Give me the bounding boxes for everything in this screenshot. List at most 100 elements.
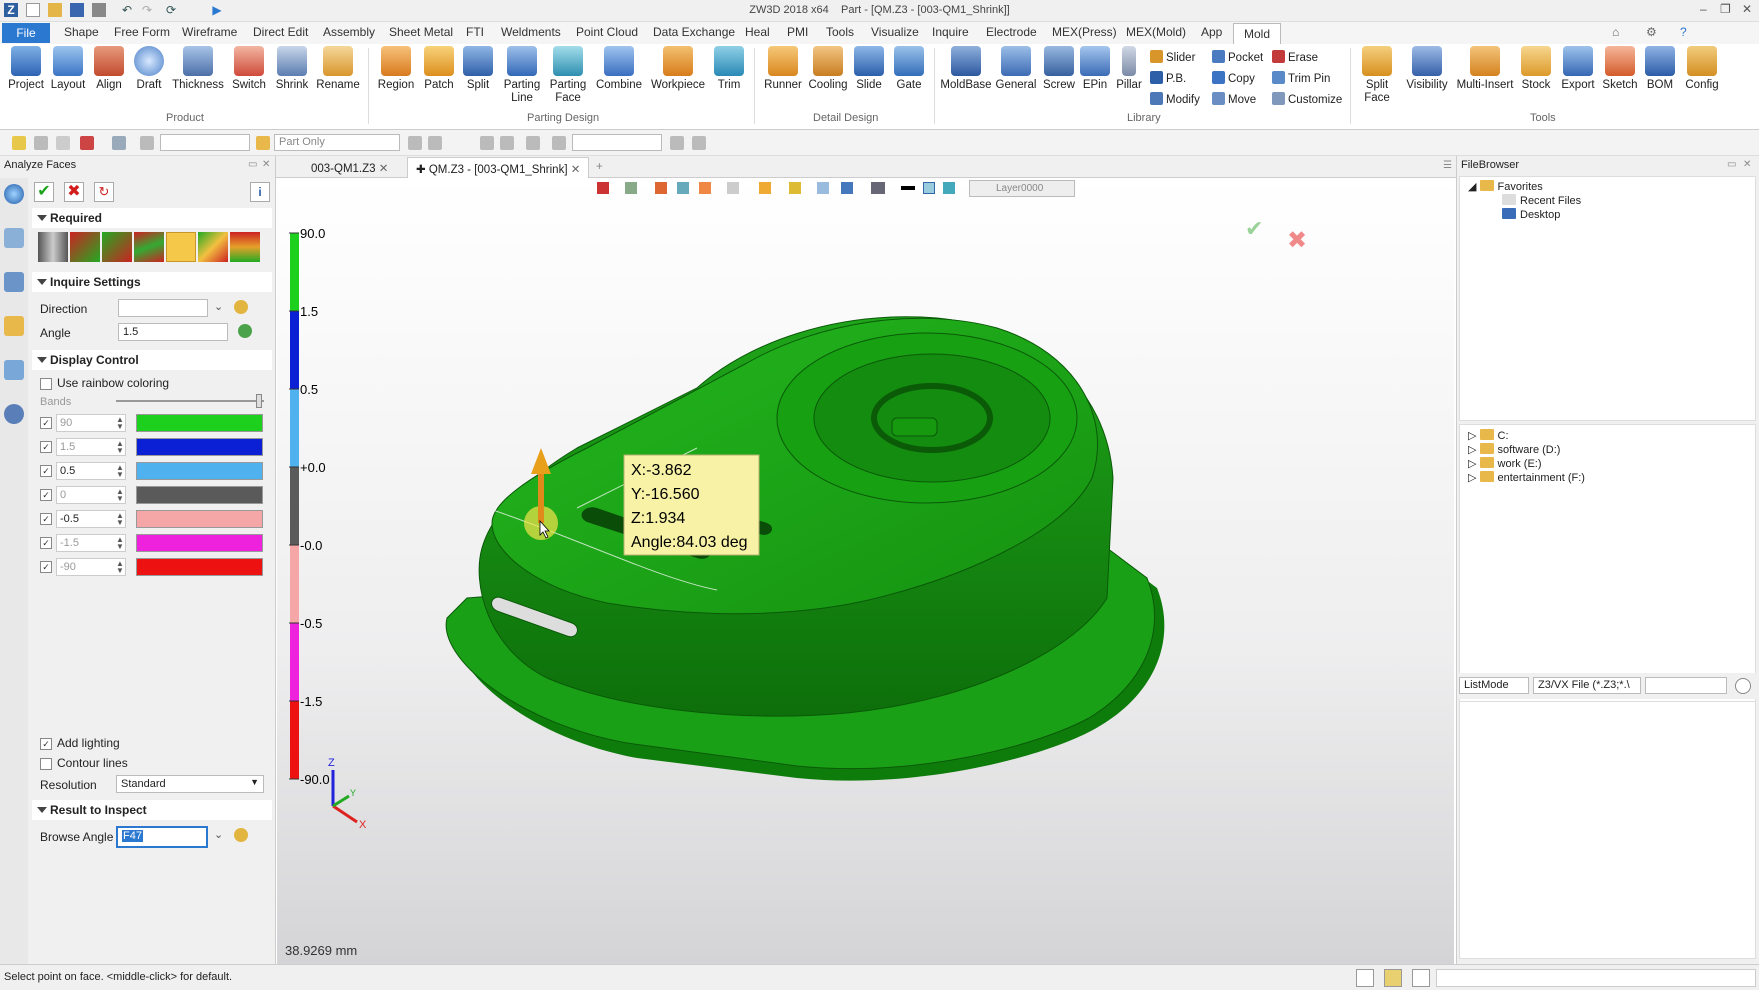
rename-button[interactable]: Rename bbox=[314, 46, 362, 92]
favorites-item[interactable]: ◢ Favorites bbox=[1468, 180, 1543, 193]
viewport-ok-icon[interactable]: ✔ bbox=[1245, 217, 1263, 242]
inquire-settings-header[interactable]: Inquire Settings bbox=[32, 272, 272, 292]
fit-view-icon[interactable] bbox=[789, 182, 801, 194]
direction-input[interactable] bbox=[118, 299, 208, 317]
moldbase-button[interactable]: MoldBase bbox=[940, 46, 992, 92]
type-combo[interactable] bbox=[160, 134, 250, 151]
grid-icon[interactable] bbox=[480, 136, 494, 150]
orient-icon[interactable] bbox=[841, 182, 853, 194]
menu-data-exchange[interactable]: Data Exchange bbox=[653, 25, 735, 39]
band-color-swatch[interactable] bbox=[136, 534, 263, 552]
band-spinner-icon[interactable]: ▲ ▼ bbox=[116, 464, 124, 479]
refresh-icon[interactable] bbox=[1735, 678, 1751, 694]
parting-line-button[interactable]: Parting Line bbox=[500, 46, 544, 105]
modify-button[interactable]: Modify bbox=[1150, 92, 1200, 106]
rainbow-checkbox[interactable] bbox=[40, 378, 52, 390]
band-checkbox[interactable]: ✓ bbox=[40, 489, 52, 501]
part-only-combo[interactable]: Part Only bbox=[274, 134, 400, 151]
tab-close-icon[interactable]: ✕ bbox=[379, 163, 389, 175]
part-tab[interactable] bbox=[891, 417, 938, 437]
slide-button[interactable]: Slide bbox=[852, 46, 886, 92]
project-button[interactable]: Project bbox=[6, 46, 46, 92]
new-tab-button[interactable]: + bbox=[588, 157, 611, 178]
snap-icon[interactable] bbox=[408, 136, 422, 150]
color-icon[interactable] bbox=[923, 182, 935, 194]
angle-pick-icon[interactable] bbox=[238, 324, 252, 338]
stock-button[interactable]: Stock bbox=[1518, 46, 1554, 92]
result-header[interactable]: Result to Inspect bbox=[32, 800, 272, 820]
band-checkbox[interactable]: ✓ bbox=[40, 513, 52, 525]
home-icon[interactable]: ⌂ bbox=[1612, 25, 1619, 39]
switch-button[interactable]: Switch bbox=[228, 46, 270, 92]
drive-item[interactable]: ▷ C: bbox=[1468, 429, 1509, 442]
fb-close-icon[interactable]: ✕ bbox=[1743, 159, 1751, 170]
view-tool-icon[interactable] bbox=[625, 182, 637, 194]
copy-button[interactable]: Copy bbox=[1212, 71, 1255, 85]
band-color-swatch[interactable] bbox=[136, 438, 263, 456]
menu-visualize[interactable]: Visualize bbox=[871, 25, 919, 39]
list-mode-combo[interactable]: ListMode bbox=[1459, 677, 1529, 694]
part-icon[interactable] bbox=[4, 316, 24, 336]
screw-button[interactable]: Screw bbox=[1040, 46, 1078, 92]
patch-button[interactable]: Patch bbox=[420, 46, 458, 92]
pin-icon[interactable] bbox=[526, 136, 540, 150]
visibility-button[interactable]: Visibility bbox=[1402, 46, 1452, 92]
display-mode-icon[interactable] bbox=[871, 182, 885, 194]
drive-item[interactable]: ▷ entertainment (F:) bbox=[1468, 471, 1585, 484]
help-icon[interactable]: ? bbox=[1680, 25, 1687, 39]
menu-sheet-metal[interactable]: Sheet Metal bbox=[389, 25, 453, 39]
menu-point-cloud[interactable]: Point Cloud bbox=[576, 25, 638, 39]
snap2-icon[interactable] bbox=[428, 136, 442, 150]
band-checkbox[interactable]: ✓ bbox=[40, 417, 52, 429]
multi-insert-button[interactable]: Multi-Insert bbox=[1454, 46, 1516, 92]
desktop-item[interactable]: Desktop bbox=[1502, 208, 1560, 221]
analysis-thickness-icon[interactable] bbox=[198, 232, 228, 262]
menu-mold[interactable]: Mold bbox=[1233, 23, 1282, 44]
band-spinner-icon[interactable]: ▲ ▼ bbox=[116, 440, 124, 455]
analysis-zebra-icon[interactable] bbox=[102, 232, 132, 262]
fb-search-input[interactable] bbox=[1645, 677, 1727, 694]
menu-tools[interactable]: Tools bbox=[826, 25, 854, 39]
general-button[interactable]: General bbox=[994, 46, 1038, 92]
menu-file[interactable]: File bbox=[2, 23, 50, 43]
settings-icon[interactable]: ⚙ bbox=[1646, 25, 1657, 39]
menu-direct-edit[interactable]: Direct Edit bbox=[253, 25, 308, 39]
menu-wireframe[interactable]: Wireframe bbox=[182, 25, 237, 39]
direction-dropdown-icon[interactable]: ⌄ bbox=[214, 300, 223, 313]
analysis-draft-icon[interactable] bbox=[38, 232, 68, 262]
status-window-icon[interactable] bbox=[1412, 969, 1430, 987]
tab-qm-shrink[interactable]: ✚ QM.Z3 - [003-QM1_Shrink] ✕ bbox=[407, 157, 590, 178]
minus-icon[interactable] bbox=[56, 136, 70, 150]
shade-tool-icon[interactable] bbox=[677, 182, 689, 194]
thickness-button[interactable]: Thickness bbox=[172, 46, 224, 92]
grid2-icon[interactable] bbox=[500, 136, 514, 150]
exit-view-icon[interactable] bbox=[597, 182, 609, 194]
sketch-button[interactable]: Sketch bbox=[1600, 46, 1640, 92]
minimize-icon[interactable]: – bbox=[1700, 2, 1707, 16]
lighting-checkbox[interactable]: ✓ bbox=[40, 738, 52, 750]
info-icon[interactable]: i bbox=[250, 182, 270, 202]
split-face-button[interactable]: Split Face bbox=[1356, 46, 1398, 105]
trim-pin-button[interactable]: Trim Pin bbox=[1272, 71, 1330, 85]
inquire-globe-icon[interactable] bbox=[4, 184, 24, 204]
export-button[interactable]: Export bbox=[1558, 46, 1598, 92]
filter-icon[interactable] bbox=[80, 136, 94, 150]
analysis-undercut-icon[interactable] bbox=[230, 232, 260, 262]
menu-assembly[interactable]: Assembly bbox=[323, 25, 375, 39]
pocket-button[interactable]: Pocket bbox=[1212, 50, 1263, 64]
part-only-icon[interactable] bbox=[256, 136, 270, 150]
bom-button[interactable]: BOM bbox=[1642, 46, 1678, 92]
ok-icon[interactable]: ✔ bbox=[34, 182, 54, 202]
menu-app[interactable]: App bbox=[1201, 25, 1222, 39]
epin-button[interactable]: EPin bbox=[1078, 46, 1112, 92]
analysis-curvature-icon[interactable] bbox=[70, 232, 100, 262]
parting-face-button[interactable]: Parting Face bbox=[546, 46, 590, 105]
band-checkbox[interactable]: ✓ bbox=[40, 441, 52, 453]
browse-angle-input[interactable]: F47 bbox=[116, 826, 208, 848]
status-screen-icon[interactable] bbox=[1384, 969, 1402, 987]
recent-files-item[interactable]: Recent Files bbox=[1502, 194, 1581, 207]
display-control-header[interactable]: Display Control bbox=[32, 350, 272, 370]
tabs-menu-icon[interactable]: ☰ bbox=[1443, 160, 1452, 171]
band-color-swatch[interactable] bbox=[136, 558, 263, 576]
file-list[interactable] bbox=[1459, 701, 1756, 959]
